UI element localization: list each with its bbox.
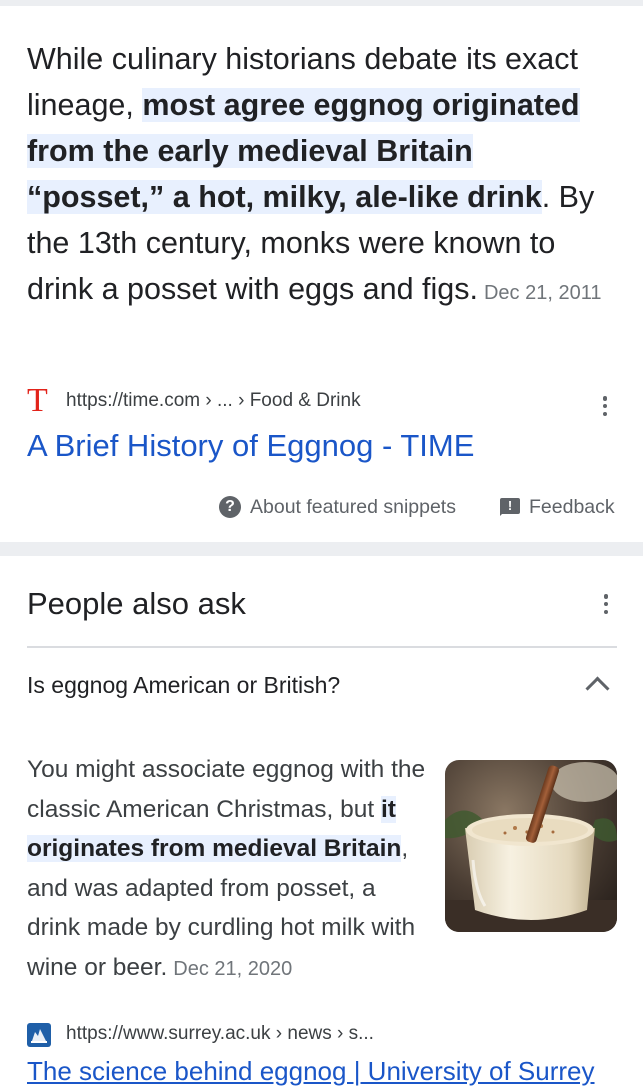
- people-also-ask-title: People also ask: [27, 586, 246, 621]
- help-circle-icon: ?: [219, 496, 241, 518]
- paa-more-vert-icon[interactable]: [594, 592, 618, 616]
- snippet-date: Dec 21, 2011: [483, 282, 602, 304]
- time-favicon-icon: T: [27, 382, 48, 419]
- answer-source-row[interactable]: https://www.surrey.ac.uk › news › s...: [27, 1020, 617, 1050]
- answer-text-before: You might associate eggnog with the clas…: [27, 756, 426, 823]
- answer-date: Dec 21, 2020: [173, 957, 293, 980]
- paa-question-row[interactable]: Is eggnog American or British?: [27, 648, 617, 728]
- paa-question[interactable]: Is eggnog American or British?: [27, 672, 340, 699]
- snippet-source-row[interactable]: T https://time.com › ... › Food & Drink: [27, 382, 617, 420]
- surrey-favicon-icon: [27, 1023, 51, 1047]
- answer-result-link[interactable]: The science behind eggnog | University o…: [27, 1056, 595, 1087]
- snippet-footer: ? About featured snippets ! Feedback: [0, 490, 643, 524]
- more-vert-icon[interactable]: [593, 394, 617, 418]
- feedback-label: Feedback: [529, 495, 615, 518]
- featured-snippet-text: While culinary historians debate its exa…: [27, 36, 617, 316]
- featured-snippet-card: While culinary historians debate its exa…: [0, 6, 643, 542]
- about-featured-snippets-label: About featured snippets: [250, 495, 456, 518]
- people-also-ask-section: People also ask Is eggnog American or Br…: [0, 556, 643, 1086]
- feedback-icon: !: [500, 498, 520, 516]
- answer-source-url[interactable]: https://www.surrey.ac.uk › news › s...: [66, 1023, 374, 1045]
- paa-answer-text: You might associate eggnog with the clas…: [27, 750, 427, 990]
- eggnog-thumbnail[interactable]: [445, 760, 617, 932]
- snippet-result-link[interactable]: A Brief History of Eggnog - TIME: [27, 428, 474, 464]
- feedback-button[interactable]: ! Feedback: [500, 490, 615, 524]
- section-separator: [0, 542, 643, 556]
- chevron-up-icon[interactable]: [585, 676, 610, 701]
- about-featured-snippets-button[interactable]: ? About featured snippets: [219, 490, 456, 524]
- snippet-source-url[interactable]: https://time.com › ... › Food & Drink: [66, 390, 361, 412]
